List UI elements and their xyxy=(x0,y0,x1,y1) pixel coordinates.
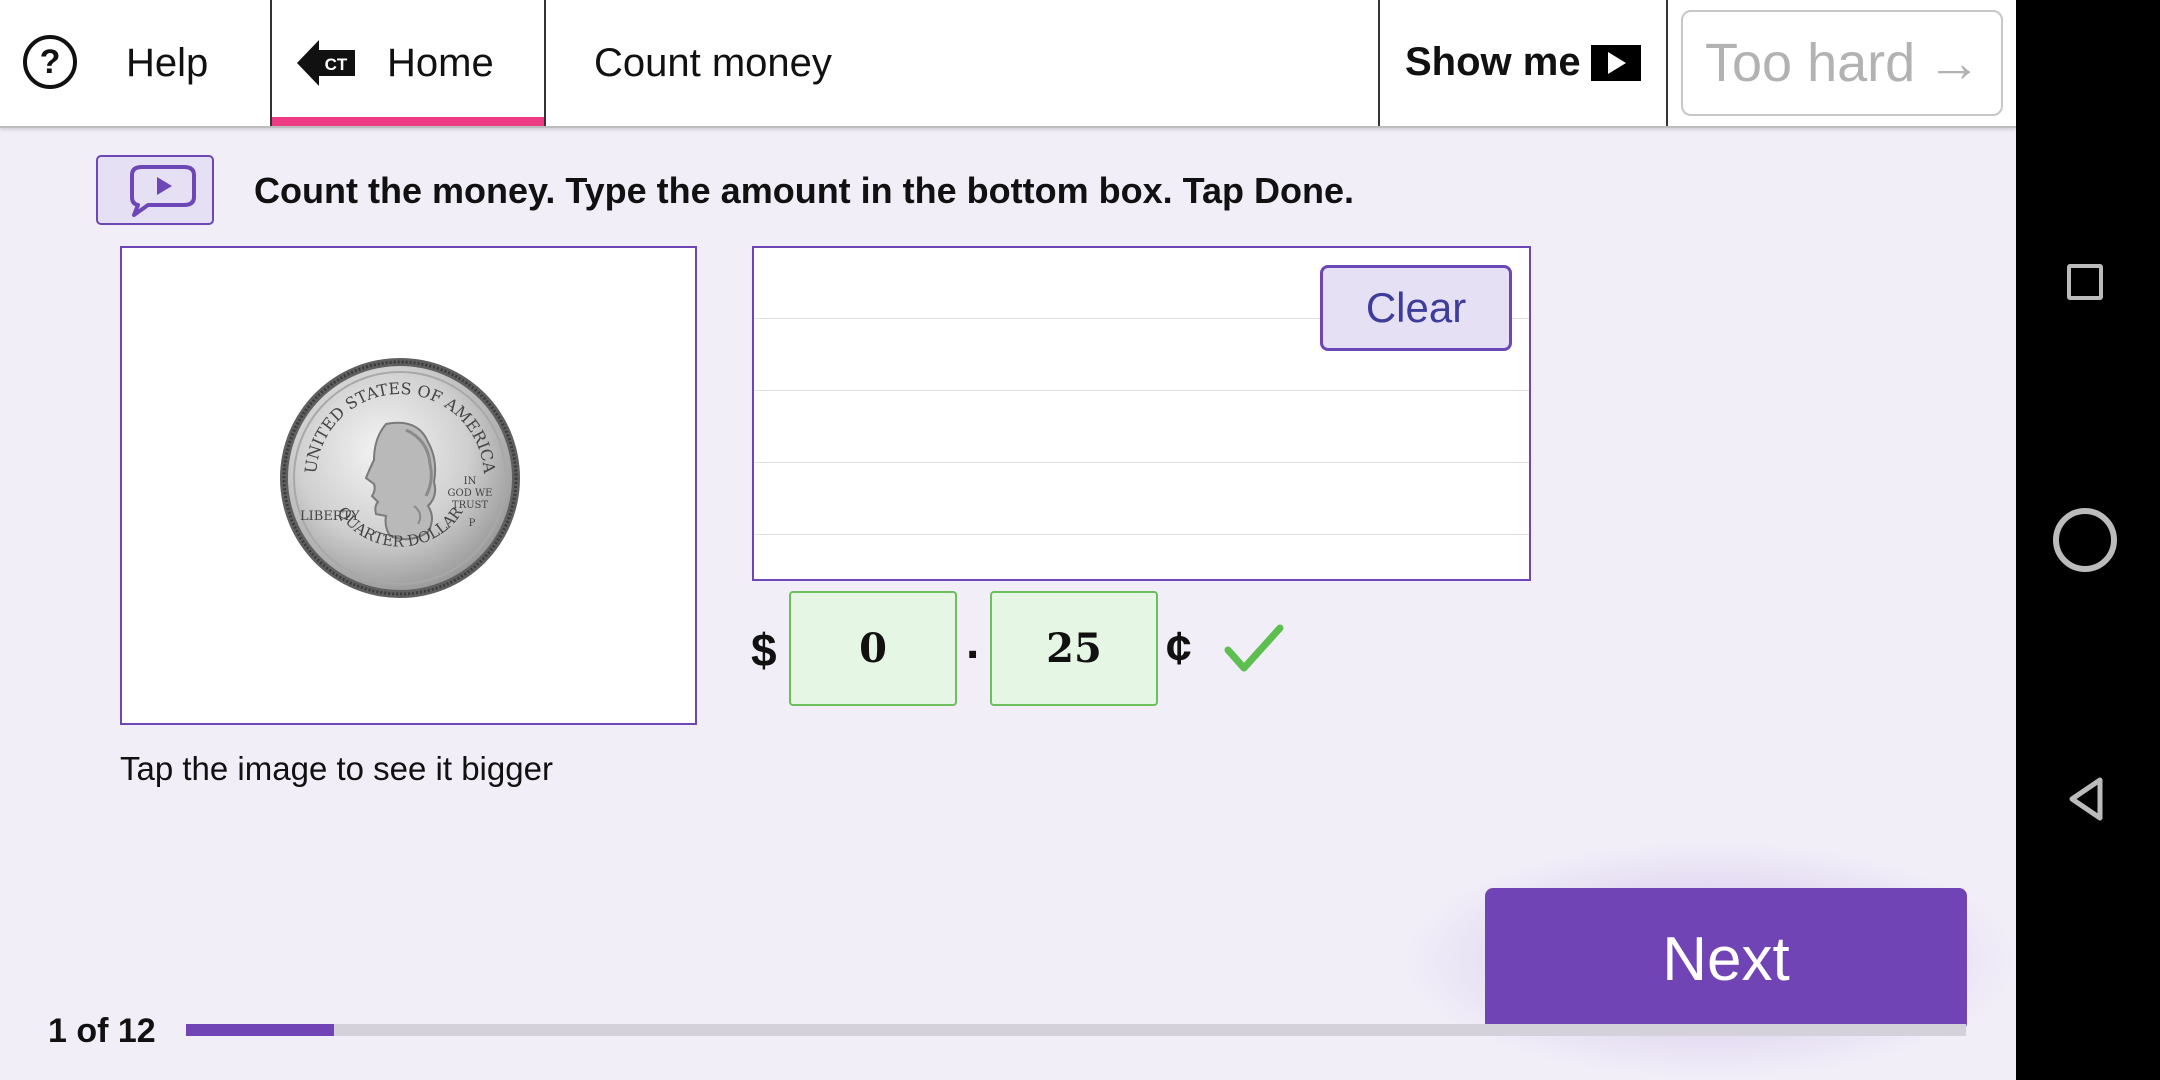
cents-input[interactable]: 25 xyxy=(990,591,1158,706)
dollars-input[interactable]: 0 xyxy=(789,591,957,706)
next-button[interactable]: Next xyxy=(1485,888,1967,1031)
svg-text:GOD WE: GOD WE xyxy=(448,488,493,499)
home-circle-icon[interactable] xyxy=(2053,508,2117,572)
active-tab-indicator xyxy=(272,117,544,126)
help-icon: ? xyxy=(23,35,77,89)
page-title: Count money xyxy=(594,41,832,85)
money-image-panel[interactable]: UNITED STATES OF AMERICA QUARTER DOLLAR … xyxy=(120,246,697,725)
top-bar: ? Help CT Home Count money Show me Too h… xyxy=(0,0,2016,128)
back-triangle-icon[interactable] xyxy=(2066,776,2106,822)
quarter-coin-image[interactable]: UNITED STATES OF AMERICA QUARTER DOLLAR … xyxy=(278,356,522,600)
play-icon xyxy=(1591,45,1641,81)
help-button[interactable]: ? Help xyxy=(0,0,270,126)
show-me-button[interactable]: Show me xyxy=(1380,0,1666,126)
decimal-point: . xyxy=(966,616,980,669)
too-hard-label: Too hard xyxy=(1705,33,1916,93)
system-nav-bar xyxy=(2016,0,2160,1080)
back-arrow-icon: CT xyxy=(297,40,355,86)
svg-text:TRUST: TRUST xyxy=(452,500,488,511)
svg-text:IN: IN xyxy=(464,476,477,487)
clear-button[interactable]: Clear xyxy=(1320,265,1512,351)
instruction-text: Count the money. Type the amount in the … xyxy=(254,170,1354,211)
speech-bubble-play-icon xyxy=(130,165,196,217)
read-aloud-button[interactable] xyxy=(96,155,214,225)
divider xyxy=(1666,0,1668,126)
help-label: Help xyxy=(126,41,209,85)
recents-icon[interactable] xyxy=(2067,264,2103,300)
progress-fill xyxy=(186,1024,335,1036)
divider xyxy=(544,0,546,126)
progress-bar xyxy=(186,1024,1966,1036)
tap-image-hint: Tap the image to see it bigger xyxy=(120,750,553,787)
pad-line xyxy=(754,462,1529,463)
dollar-sign: $ xyxy=(751,624,777,676)
ct-badge: CT xyxy=(325,55,348,74)
show-me-label: Show me xyxy=(1405,40,1581,84)
pad-line xyxy=(754,534,1529,535)
progress-label: 1 of 12 xyxy=(48,1012,156,1050)
home-label: Home xyxy=(387,41,494,85)
svg-text:LIBERTY: LIBERTY xyxy=(300,509,360,524)
checkmark-icon xyxy=(1224,624,1284,672)
arrow-right-icon: → xyxy=(1927,33,1982,93)
too-hard-button[interactable]: Too hard → xyxy=(1681,10,2003,116)
svg-text:P: P xyxy=(469,518,476,529)
pad-line xyxy=(754,390,1529,391)
cent-sign: ¢ xyxy=(1166,622,1192,674)
